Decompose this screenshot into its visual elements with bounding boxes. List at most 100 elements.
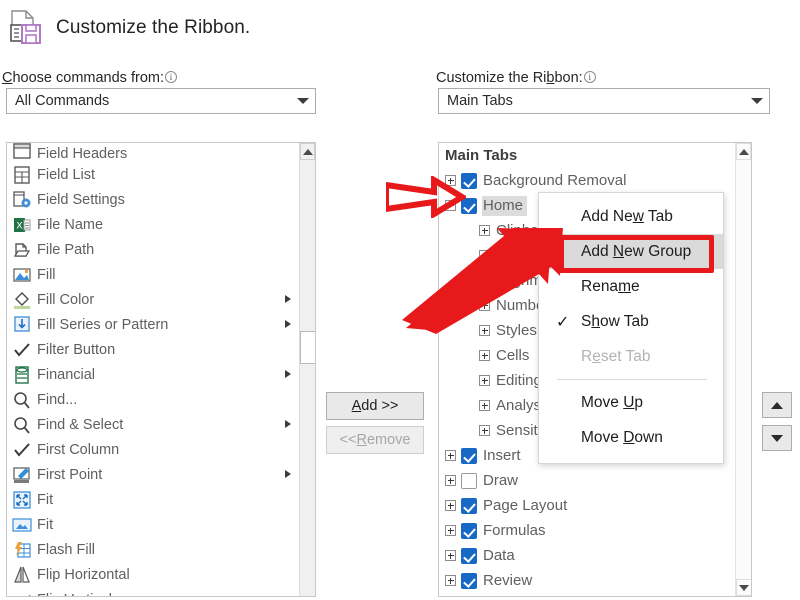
menu-item-label: Show Tab (581, 312, 649, 330)
move-up-button[interactable] (762, 392, 792, 418)
command-list-item-label: File Path (37, 241, 95, 258)
move-down-button[interactable] (762, 425, 792, 451)
red-arrow-2-icon (402, 228, 563, 334)
submenu-arrow-icon[interactable] (277, 419, 299, 431)
fill-picture-icon (7, 264, 37, 286)
scroll-down-arrow-icon[interactable] (736, 579, 751, 596)
ribbon-tab-checkbox[interactable] (461, 447, 477, 464)
menu-separator (557, 379, 707, 380)
expand-plus-icon[interactable] (479, 375, 490, 386)
command-list-item[interactable]: Filter Button (7, 337, 299, 362)
expand-plus-icon[interactable] (479, 425, 490, 436)
ribbon-tab-node[interactable]: Formulas (439, 518, 735, 543)
command-list-item[interactable]: Fill Color (7, 287, 299, 312)
commands-list[interactable]: Field Headers Field List Field Settings X Fi… (7, 143, 299, 596)
expand-plus-icon[interactable] (445, 475, 456, 486)
page-title: Customize the Ribbon. (56, 17, 251, 38)
command-list-item[interactable]: Fit (7, 487, 299, 512)
ribbon-tab-checkbox[interactable] (461, 522, 477, 539)
command-list-item-label: Fit (37, 491, 54, 508)
command-list-item[interactable]: Find... (7, 387, 299, 412)
scroll-up-arrow-icon[interactable] (300, 143, 315, 160)
chevron-down-icon[interactable] (291, 98, 315, 104)
choose-commands-from-select[interactable]: All Commands (6, 88, 316, 114)
customize-ribbon-select[interactable]: Main Tabs (438, 88, 770, 114)
info-icon[interactable]: i (583, 71, 596, 83)
ribbon-tree-header: Main Tabs (445, 147, 518, 164)
command-list-item-label: Financial (37, 366, 96, 383)
dialog-header: Customize the Ribbon. (0, 8, 250, 48)
find-magnifier-icon (7, 389, 37, 411)
command-list-item[interactable]: Field List (7, 162, 299, 187)
scroll-up-arrow-icon[interactable] (736, 143, 751, 160)
chevron-down-icon[interactable] (745, 98, 769, 104)
command-list-item[interactable]: Find & Select (7, 412, 299, 437)
ribbon-tree-scrollbar[interactable] (735, 143, 751, 596)
command-list-item[interactable]: Fit (7, 512, 299, 537)
command-list-item[interactable]: First Column (7, 437, 299, 462)
command-list-item[interactable]: Flip Vertical (7, 587, 299, 596)
submenu-arrow-icon[interactable] (277, 369, 299, 381)
choose-commands-label: Choose commands from: i (2, 70, 177, 86)
ribbon-tab-node[interactable]: Page Layout (439, 493, 735, 518)
expand-plus-icon[interactable] (445, 525, 456, 536)
menu-item-label: Reset Tab (581, 347, 651, 365)
ribbon-node-label: Background Removal (483, 171, 627, 189)
fit-picture-icon (7, 514, 37, 536)
ribbon-node-label: Home (482, 195, 528, 216)
command-list-item-label: First Column (37, 441, 120, 458)
command-list-item[interactable]: X File Name (7, 212, 299, 237)
ribbon-tab-node[interactable]: Draw (439, 468, 735, 493)
ribbon-tab-node[interactable]: Review (439, 568, 735, 593)
ribbon-node-label: Insert (483, 446, 521, 464)
menu-item-label: Add New Group (581, 242, 692, 260)
commands-list-scrollbar[interactable] (299, 143, 315, 596)
menu-item-move-up[interactable]: Move Up (539, 385, 723, 420)
ribbon-tab-checkbox[interactable] (461, 497, 477, 514)
add-button[interactable]: Add >> (326, 392, 424, 420)
expand-plus-icon[interactable] (445, 575, 456, 586)
ribbon-tab-node[interactable]: View (439, 593, 735, 596)
move-up-arrow-icon (771, 401, 783, 409)
command-list-item[interactable]: Financial (7, 362, 299, 387)
menu-item-label: Add New Tab (581, 207, 673, 225)
menu-item-label: Move Down (581, 428, 663, 446)
ribbon-node-label: Formulas (483, 521, 546, 539)
ribbon-tab-checkbox[interactable] (461, 472, 477, 489)
scroll-thumb[interactable] (300, 331, 315, 364)
fill-color-bucket-icon (7, 289, 37, 311)
submenu-arrow-icon[interactable] (277, 319, 299, 331)
menu-item-label: Move Up (581, 393, 644, 411)
choose-commands-label-text: hoose commands from: (12, 70, 164, 86)
filter-button-check-icon (7, 339, 37, 361)
command-list-item[interactable]: Fill (7, 262, 299, 287)
menu-item-reset-tab: Reset Tab (539, 339, 723, 374)
commands-list-panel[interactable]: Field Headers Field List Field Settings X Fi… (6, 142, 316, 597)
command-list-item[interactable]: File Path (7, 237, 299, 262)
submenu-arrow-icon[interactable] (277, 294, 299, 306)
command-list-item[interactable]: First Point (7, 462, 299, 487)
ribbon-tab-node[interactable]: Data (439, 543, 735, 568)
command-list-item[interactable]: Flash Fill (7, 537, 299, 562)
ribbon-tab-checkbox[interactable] (461, 572, 477, 589)
menu-item-move-down[interactable]: Move Down (539, 420, 723, 455)
ribbon-tab-node[interactable]: Background Removal (439, 168, 735, 193)
expand-plus-icon[interactable] (445, 450, 456, 461)
expand-plus-icon[interactable] (479, 400, 490, 411)
expand-plus-icon[interactable] (445, 550, 456, 561)
command-list-item[interactable]: Flip Horizontal (7, 562, 299, 587)
expand-plus-icon[interactable] (479, 350, 490, 361)
command-list-item[interactable]: Field Settings (7, 187, 299, 212)
info-icon[interactable]: i (165, 71, 177, 83)
remove-button[interactable]: << Remove (326, 426, 424, 454)
file-name-icon: X (7, 214, 37, 236)
command-list-item[interactable]: Fill Series or Pattern (7, 312, 299, 337)
add-button-label: dd >> (361, 398, 399, 414)
command-list-item-label: Fill Series or Pattern (37, 316, 169, 333)
expand-plus-icon[interactable] (445, 500, 456, 511)
ribbon-tab-checkbox[interactable] (461, 547, 477, 564)
customize-ribbon-label: Customize the Ribbon: i (436, 70, 596, 86)
command-list-item-label: Find & Select (37, 416, 124, 433)
command-list-item[interactable]: Field Headers (7, 143, 299, 162)
submenu-arrow-icon[interactable] (277, 469, 299, 481)
